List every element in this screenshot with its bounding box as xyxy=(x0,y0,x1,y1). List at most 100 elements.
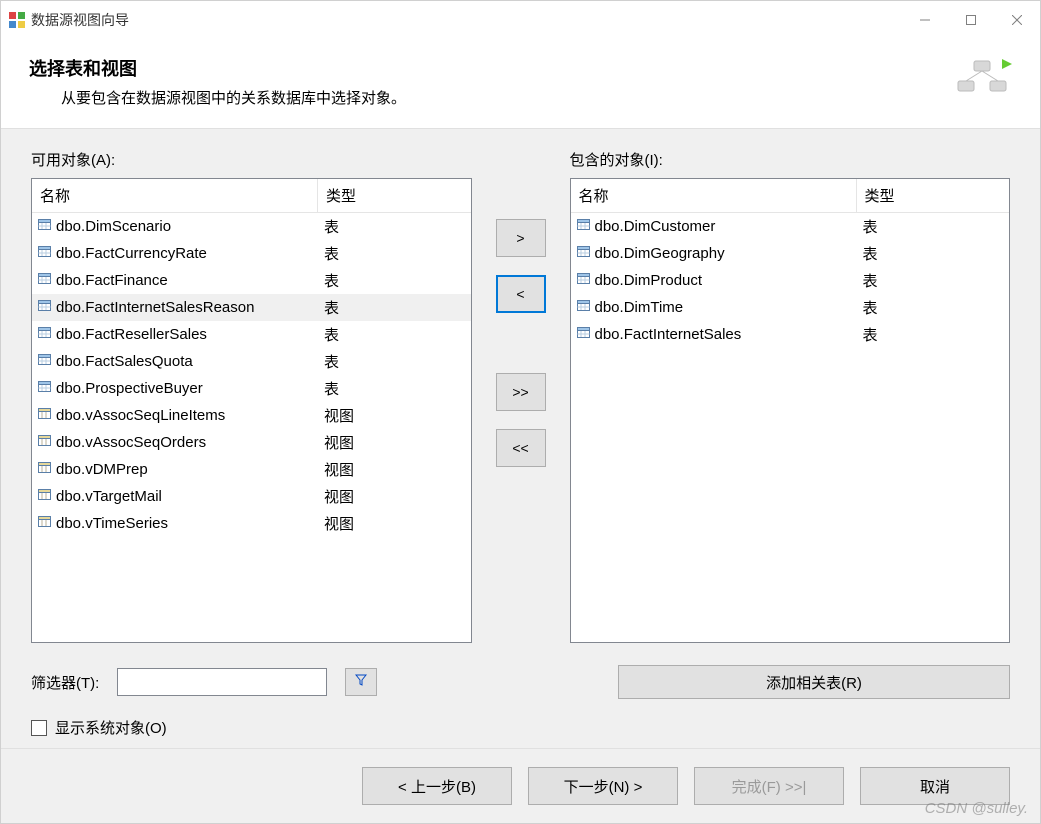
item-name: dbo.FactInternetSales xyxy=(595,326,742,343)
included-col-type[interactable]: 类型 xyxy=(857,179,1010,212)
item-type: 视图 xyxy=(318,483,471,510)
item-name: dbo.FactCurrencyRate xyxy=(56,245,207,262)
item-type: 视图 xyxy=(318,510,471,537)
page-title: 选择表和视图 xyxy=(29,55,406,81)
wizard-footer: < 上一步(B) 下一步(N) > 完成(F) >>| 取消 xyxy=(1,748,1040,823)
table-icon xyxy=(577,245,590,262)
view-icon xyxy=(38,515,51,532)
item-type: 表 xyxy=(857,321,1010,348)
minimize-button[interactable] xyxy=(902,1,948,39)
filter-input[interactable] xyxy=(117,668,327,696)
table-icon xyxy=(38,326,51,343)
list-item[interactable]: dbo.FactFinance 表 xyxy=(32,267,471,294)
item-name: dbo.DimTime xyxy=(595,299,684,316)
list-item[interactable]: dbo.vAssocSeqLineItems 视图 xyxy=(32,402,471,429)
wizard-window: 数据源视图向导 选择表和视图 从要包含在数据源视图中的关系数据库中选择对象。 可… xyxy=(0,0,1041,824)
app-icon xyxy=(9,12,25,28)
item-type: 表 xyxy=(857,240,1010,267)
funnel-icon xyxy=(355,673,367,691)
list-item[interactable]: dbo.DimProduct表 xyxy=(571,267,1010,294)
item-name: dbo.vTargetMail xyxy=(56,488,162,505)
item-name: dbo.FactInternetSalesReason xyxy=(56,299,254,316)
table-icon xyxy=(577,272,590,289)
item-type: 表 xyxy=(318,240,471,267)
table-icon xyxy=(38,272,51,289)
item-name: dbo.DimGeography xyxy=(595,245,725,262)
maximize-button[interactable] xyxy=(948,1,994,39)
remove-button[interactable]: < xyxy=(496,275,546,313)
list-item[interactable]: dbo.DimTime 表 xyxy=(571,294,1010,321)
item-type: 视图 xyxy=(318,456,471,483)
included-label: 包含的对象(I): xyxy=(570,149,1011,170)
item-type: 视图 xyxy=(318,429,471,456)
available-col-type[interactable]: 类型 xyxy=(318,179,471,212)
list-item[interactable]: dbo.DimScenario表 xyxy=(32,213,471,240)
page-subtitle: 从要包含在数据源视图中的关系数据库中选择对象。 xyxy=(61,87,406,108)
available-col-name[interactable]: 名称 xyxy=(32,179,318,212)
list-item[interactable]: dbo.vAssocSeqOrders 视图 xyxy=(32,429,471,456)
item-name: dbo.vTimeSeries xyxy=(56,515,168,532)
window-title: 数据源视图向导 xyxy=(31,10,129,30)
item-type: 表 xyxy=(857,213,1010,240)
view-icon xyxy=(38,488,51,505)
item-name: dbo.vAssocSeqLineItems xyxy=(56,407,225,424)
list-item[interactable]: dbo.FactInternetSales 表 xyxy=(571,321,1010,348)
view-icon xyxy=(38,461,51,478)
list-item[interactable]: dbo.ProspectiveBuyer表 xyxy=(32,375,471,402)
item-type: 表 xyxy=(318,375,471,402)
filter-button[interactable] xyxy=(345,668,377,696)
table-icon xyxy=(577,299,590,316)
table-icon xyxy=(577,326,590,343)
item-name: dbo.DimCustomer xyxy=(595,218,716,235)
table-icon xyxy=(577,218,590,235)
show-system-label: 显示系统对象(O) xyxy=(55,717,167,738)
titlebar: 数据源视图向导 xyxy=(1,1,1040,39)
list-item[interactable]: dbo.DimCustomer 表 xyxy=(571,213,1010,240)
cancel-button[interactable]: 取消 xyxy=(860,767,1010,805)
item-type: 表 xyxy=(318,267,471,294)
list-item[interactable]: dbo.FactSalesQuota 表 xyxy=(32,348,471,375)
list-item[interactable]: dbo.DimGeography 表 xyxy=(571,240,1010,267)
table-icon xyxy=(38,245,51,262)
list-item[interactable]: dbo.vTimeSeries 视图 xyxy=(32,510,471,537)
table-icon xyxy=(38,218,51,235)
item-name: dbo.FactSalesQuota xyxy=(56,353,193,370)
filter-label: 筛选器(T): xyxy=(31,672,99,693)
item-type: 视图 xyxy=(318,402,471,429)
item-type: 表 xyxy=(318,213,471,240)
list-item[interactable]: dbo.FactResellerSales表 xyxy=(32,321,471,348)
included-col-name[interactable]: 名称 xyxy=(571,179,857,212)
list-item[interactable]: dbo.vTargetMail 视图 xyxy=(32,483,471,510)
available-header: 名称 类型 xyxy=(32,179,471,213)
table-icon xyxy=(38,353,51,370)
item-type: 表 xyxy=(857,294,1010,321)
table-icon xyxy=(38,299,51,316)
list-item[interactable]: dbo.FactInternetSalesReason表 xyxy=(32,294,471,321)
view-icon xyxy=(38,407,51,424)
item-name: dbo.vDMPrep xyxy=(56,461,148,478)
list-item[interactable]: dbo.FactCurrencyRate 表 xyxy=(32,240,471,267)
table-icon xyxy=(38,380,51,397)
add-button[interactable]: > xyxy=(496,219,546,257)
back-button[interactable]: < 上一步(B) xyxy=(362,767,512,805)
included-listbox[interactable]: 名称 类型 dbo.DimCustomer表dbo.DimGeography表d… xyxy=(570,178,1011,643)
available-listbox[interactable]: 名称 类型 dbo.DimScenario表dbo.FactCurrencyRa… xyxy=(31,178,472,643)
wizard-header: 选择表和视图 从要包含在数据源视图中的关系数据库中选择对象。 xyxy=(1,39,1040,129)
remove-all-button[interactable]: << xyxy=(496,429,546,467)
add-related-button[interactable]: 添加相关表(R) xyxy=(618,665,1010,699)
available-label: 可用对象(A): xyxy=(31,149,472,170)
view-icon xyxy=(38,434,51,451)
item-name: dbo.FactFinance xyxy=(56,272,168,289)
data-source-icon xyxy=(952,55,1012,100)
close-button[interactable] xyxy=(994,1,1040,39)
item-type: 表 xyxy=(857,267,1010,294)
add-all-button[interactable]: >> xyxy=(496,373,546,411)
finish-button[interactable]: 完成(F) >>| xyxy=(694,767,844,805)
item-name: dbo.FactResellerSales xyxy=(56,326,207,343)
item-name: dbo.vAssocSeqOrders xyxy=(56,434,206,451)
next-button[interactable]: 下一步(N) > xyxy=(528,767,678,805)
item-type: 表 xyxy=(318,348,471,375)
list-item[interactable]: dbo.vDMPrep 视图 xyxy=(32,456,471,483)
show-system-checkbox[interactable] xyxy=(31,720,47,736)
included-header: 名称 类型 xyxy=(571,179,1010,213)
